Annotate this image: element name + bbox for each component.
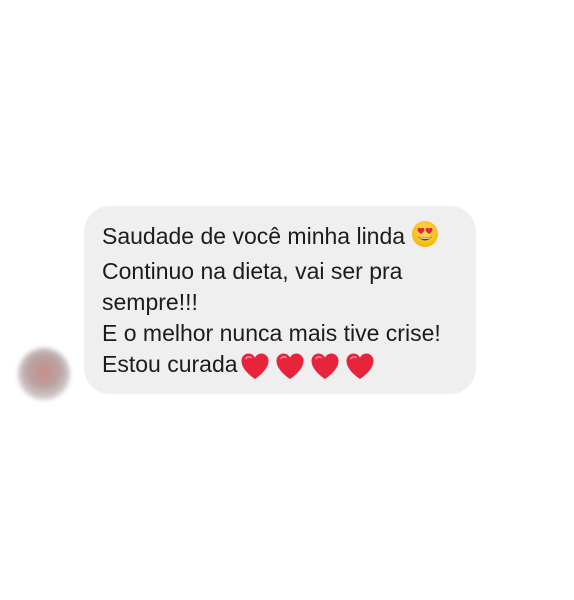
sender-avatar[interactable] <box>18 348 70 400</box>
hearts-group <box>240 352 375 380</box>
message-line-4: E o melhor nunca mais tive crise! <box>102 320 441 346</box>
message-line-1: Saudade de você minha linda <box>102 220 458 256</box>
message-line-2: Continuo na dieta, vai ser pra <box>102 258 403 284</box>
red-heart-icon <box>311 353 339 379</box>
heart-eyes-icon <box>411 220 439 256</box>
red-heart-icon <box>346 353 374 379</box>
chat-area: Saudade de você minha linda Continuo na … <box>0 0 574 600</box>
received-message-bubble[interactable]: Saudade de você minha linda Continuo na … <box>84 206 476 394</box>
message-line-5: Estou curada <box>102 349 458 380</box>
message-line-3: sempre!!! <box>102 289 198 315</box>
red-heart-icon <box>241 353 269 379</box>
red-heart-icon <box>276 353 304 379</box>
